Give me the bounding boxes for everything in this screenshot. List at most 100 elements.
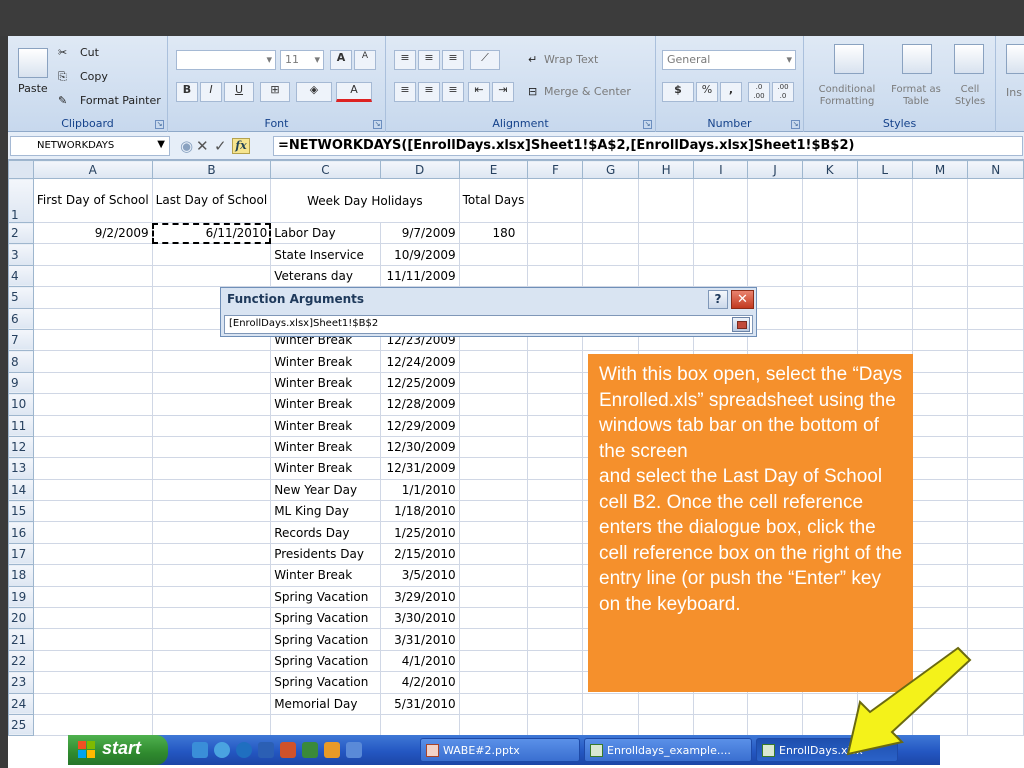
- expand-dialog-icon[interactable]: [732, 317, 750, 332]
- cell[interactable]: [911, 585, 969, 609]
- cell[interactable]: [527, 692, 584, 715]
- align-right-icon[interactable]: ≡: [442, 82, 464, 102]
- cell[interactable]: [32, 649, 153, 673]
- cell[interactable]: [32, 435, 153, 459]
- row-header[interactable]: 20: [8, 607, 34, 630]
- close-button[interactable]: ✕: [731, 290, 754, 309]
- holiday-name-cell[interactable]: Spring Vacation: [270, 585, 381, 609]
- taskbar-item-pptx[interactable]: WABE#2.pptx: [420, 738, 580, 762]
- cell[interactable]: [801, 264, 858, 288]
- cell[interactable]: [967, 393, 1024, 416]
- row-header[interactable]: 17: [8, 542, 34, 566]
- insert-button[interactable]: Ins: [1006, 86, 1022, 99]
- holiday-date-cell[interactable]: 3/30/2010: [379, 607, 460, 630]
- cell[interactable]: [527, 243, 584, 266]
- cell[interactable]: [458, 350, 529, 373]
- cell[interactable]: [527, 414, 584, 437]
- row-header[interactable]: 2: [8, 221, 34, 245]
- holiday-date-cell[interactable]: 12/30/2009: [379, 435, 460, 459]
- cell[interactable]: [527, 435, 584, 459]
- align-center-icon[interactable]: ≡: [418, 82, 440, 102]
- cell[interactable]: [911, 307, 969, 330]
- cell[interactable]: [32, 393, 153, 416]
- formula-menu-icon[interactable]: ◉: [180, 136, 193, 156]
- column-header[interactable]: N: [967, 160, 1024, 179]
- cell[interactable]: [967, 286, 1024, 309]
- cell[interactable]: [801, 221, 858, 245]
- cell[interactable]: [458, 542, 529, 566]
- font-color-button[interactable]: A: [336, 82, 372, 102]
- cell-d2[interactable]: 9/7/2009: [379, 221, 460, 245]
- holiday-date-cell[interactable]: 4/2/2010: [379, 671, 460, 694]
- cell[interactable]: [967, 457, 1024, 480]
- cell[interactable]: [527, 564, 584, 587]
- cell[interactable]: [911, 178, 969, 223]
- column-header[interactable]: L: [856, 160, 913, 179]
- holiday-date-cell[interactable]: 12/28/2009: [379, 393, 460, 416]
- cell[interactable]: [747, 264, 803, 288]
- cell[interactable]: [458, 628, 529, 651]
- outlook-icon[interactable]: [324, 742, 340, 758]
- cell[interactable]: [747, 713, 803, 737]
- cell[interactable]: [801, 178, 858, 223]
- borders-icon[interactable]: ⊞: [260, 82, 290, 102]
- cell[interactable]: [801, 243, 858, 266]
- font-name-select[interactable]: ▾: [176, 50, 276, 70]
- cell[interactable]: [801, 307, 858, 330]
- cell[interactable]: [582, 264, 639, 288]
- cell[interactable]: [911, 221, 969, 245]
- cell[interactable]: [582, 178, 639, 223]
- underline-button[interactable]: U: [224, 82, 254, 102]
- holiday-name-cell[interactable]: Veterans day: [270, 264, 381, 288]
- cell[interactable]: [32, 521, 153, 544]
- holiday-date-cell[interactable]: 12/25/2009: [379, 371, 460, 395]
- cell[interactable]: [32, 243, 153, 266]
- cell[interactable]: [967, 414, 1024, 437]
- cell-c2[interactable]: Labor Day: [270, 221, 381, 245]
- cell[interactable]: [856, 286, 913, 309]
- currency-button[interactable]: $: [662, 82, 694, 102]
- internet-explorer-icon[interactable]: [214, 742, 230, 758]
- number-format-select[interactable]: General ▾: [662, 50, 796, 70]
- cell[interactable]: [527, 500, 584, 523]
- cell[interactable]: [458, 564, 529, 587]
- cell-styles-icon[interactable]: [954, 44, 984, 74]
- cell[interactable]: [693, 264, 749, 288]
- holiday-date-cell[interactable]: 1/18/2010: [379, 500, 460, 523]
- cell[interactable]: [32, 542, 153, 566]
- cell[interactable]: [747, 243, 803, 266]
- holiday-name-cell[interactable]: Spring Vacation: [270, 671, 381, 694]
- cell[interactable]: [801, 286, 858, 309]
- cell[interactable]: [151, 350, 272, 373]
- grow-font-button[interactable]: A: [330, 50, 352, 70]
- row-header[interactable]: 6: [8, 307, 34, 330]
- cell[interactable]: [967, 264, 1024, 288]
- holiday-date-cell[interactable]: 4/1/2010: [379, 649, 460, 673]
- row-header[interactable]: 16: [8, 521, 34, 544]
- row-header[interactable]: 1: [8, 178, 34, 223]
- cell[interactable]: [637, 692, 695, 715]
- cell[interactable]: [527, 178, 584, 223]
- number-launcher-icon[interactable]: ↘: [791, 120, 800, 129]
- holiday-name-cell[interactable]: Winter Break: [270, 371, 381, 395]
- cell[interactable]: [32, 585, 153, 609]
- alignment-launcher-icon[interactable]: ↘: [643, 120, 652, 129]
- taskbar-item-example[interactable]: Enrolldays_example....: [584, 738, 752, 762]
- row-header[interactable]: 12: [8, 435, 34, 459]
- cell[interactable]: [151, 649, 272, 673]
- cell[interactable]: [458, 585, 529, 609]
- cell[interactable]: [151, 243, 272, 266]
- formula-input[interactable]: =NETWORKDAYS([EnrollDays.xlsx]Sheet1!$A$…: [273, 136, 1023, 156]
- help-button[interactable]: ?: [708, 290, 728, 309]
- cell[interactable]: [582, 221, 639, 245]
- cell[interactable]: [151, 713, 272, 737]
- holiday-name-cell[interactable]: Winter Break: [270, 393, 381, 416]
- cell[interactable]: [458, 607, 529, 630]
- increase-decimal-button[interactable]: .0 .00: [748, 82, 770, 102]
- column-header[interactable]: D: [379, 160, 460, 179]
- cell[interactable]: [527, 393, 584, 416]
- comma-button[interactable]: ,: [720, 82, 742, 102]
- column-header[interactable]: C: [270, 160, 381, 179]
- cell[interactable]: [32, 414, 153, 437]
- row-header[interactable]: 7: [8, 328, 34, 352]
